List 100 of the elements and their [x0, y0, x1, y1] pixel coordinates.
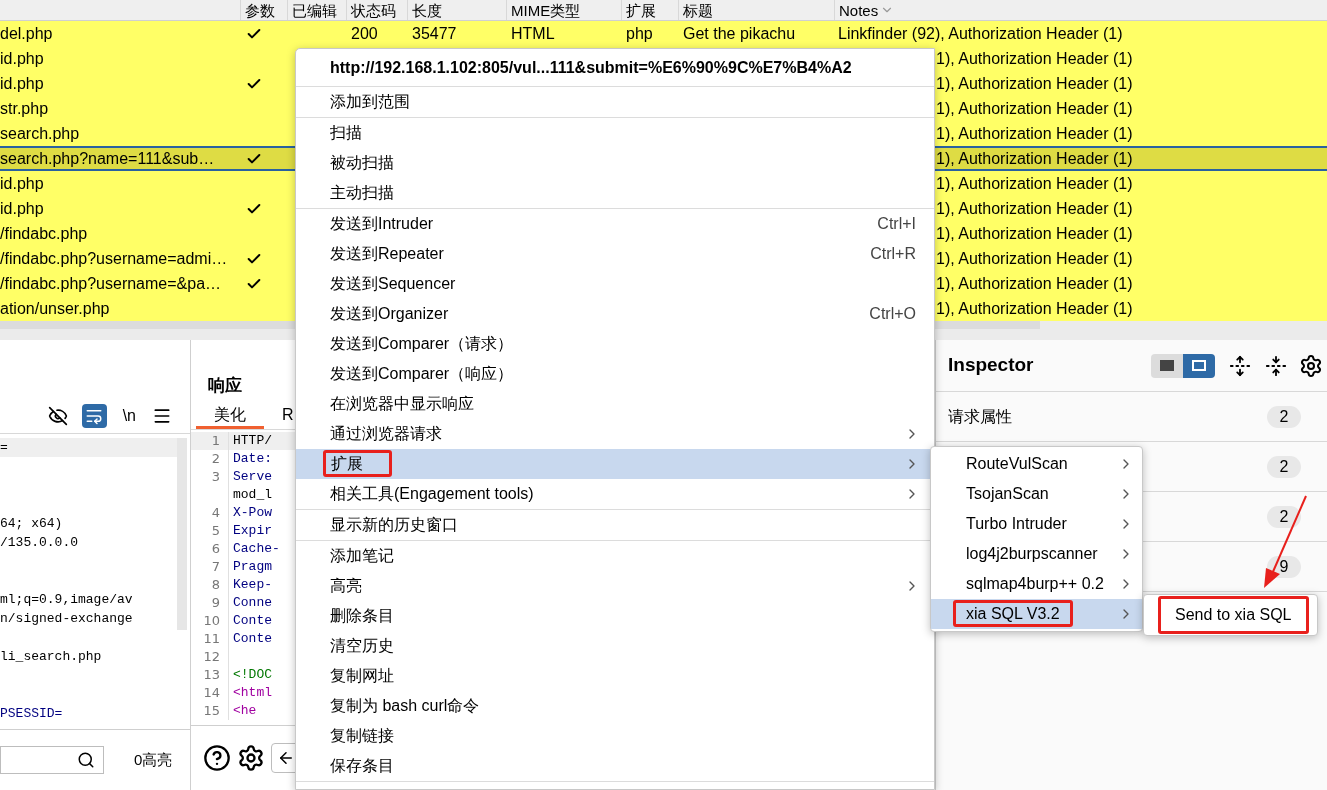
table-cell-text: search.php?name=111&sub… — [0, 148, 216, 169]
menu-item-label: 高亮 — [330, 576, 362, 596]
menu-item-label: 发送到Sequencer — [330, 274, 456, 294]
code-line: /135.0.0.0 — [0, 533, 78, 552]
count-badge: 2 — [1267, 405, 1301, 428]
line-number: 7 — [211, 558, 220, 577]
menu-item-label: 发送到Organizer — [330, 304, 449, 324]
code-line: = — [0, 438, 8, 457]
code-line: Date: — [232, 450, 272, 469]
table-cell: 200 — [351, 24, 378, 42]
menu-item-label: 被动扫描 — [330, 153, 394, 173]
menu-item-label: 复制网址 — [330, 666, 394, 686]
menu-header: http://192.168.1.102:805/vul...111&submit=%E6%90%9C%E7%B4%A2 — [330, 57, 852, 78]
menu-item-label: sqlmap4burp++ 0.2 — [966, 574, 1104, 594]
table-cell: HTML — [511, 24, 555, 42]
table-cell-text: del.php — [0, 23, 54, 44]
menu-item-label: Turbo Intruder — [966, 514, 1067, 534]
menu-item-label: 显示新的历史窗口 — [330, 515, 458, 535]
code-line: PSESSID= — [0, 704, 63, 723]
code-line: Expir — [232, 522, 272, 541]
shortcut-label: Ctrl+R — [870, 244, 917, 264]
table-cell-text: 1), Authorization Header (1) — [936, 123, 1133, 144]
code-line: <!DOC — [232, 666, 272, 685]
table-cell-text: 1), Authorization Header (1) — [936, 223, 1133, 244]
menu-item-label: 清空历史 — [330, 636, 394, 656]
table-cell-text: /findabc.php?username=&pa… — [0, 273, 223, 294]
line-number: 8 — [211, 576, 220, 595]
menu-item-label: 发送到Comparer（响应） — [330, 364, 514, 384]
code-line: Conte — [232, 612, 272, 631]
menu-item-label: 在浏览器中显示响应 — [330, 394, 474, 414]
code-line: X-Pow — [232, 504, 272, 523]
table-cell-text: search.php — [0, 123, 81, 144]
line-number: 9 — [211, 594, 220, 613]
table-cell: php — [626, 24, 653, 42]
code-line: <html — [232, 684, 272, 703]
menu-item-label: log4j2burpscanner — [966, 544, 1098, 564]
table-cell-text: ation/unser.php — [0, 298, 111, 319]
menu-item-label: TsojanScan — [966, 484, 1049, 504]
code-line: ml;q=0.9,image/av — [0, 590, 133, 609]
menu-item-label: xia SQL V3.2 — [953, 600, 1073, 627]
line-number: 14 — [203, 684, 220, 703]
count-badge: 2 — [1267, 455, 1301, 478]
menu-item-label: 复制链接 — [330, 726, 394, 746]
code-line: HTTP/ — [232, 432, 272, 451]
line-number: 11 — [203, 630, 220, 649]
menu-item-label: 发送到Comparer（请求） — [330, 334, 514, 354]
code-line: <he — [232, 702, 257, 721]
line-number: 10 — [203, 612, 220, 631]
menu-item-label: 通过浏览器请求 — [330, 424, 442, 444]
table-cell-text: 1), Authorization Header (1) — [936, 98, 1133, 119]
menu-item-label: 保存条目 — [330, 756, 394, 776]
table-cell-text: 1), Authorization Header (1) — [936, 198, 1133, 219]
menu-item-label: 相关工具(Engagement tools) — [330, 484, 534, 504]
highlight-count: 0高亮 — [134, 749, 173, 770]
code-line: n/signed-exchange — [0, 609, 133, 628]
line-number: 4 — [211, 504, 220, 523]
table-cell-text: id.php — [0, 173, 45, 194]
table-cell-text: id.php — [0, 48, 45, 69]
code-line: Cache- — [232, 540, 280, 559]
line-number: 1 — [211, 432, 220, 451]
table-cell-text: 1), Authorization Header (1) — [936, 298, 1133, 319]
table-cell-text: /findabc.php?username=admi… — [0, 248, 229, 269]
menu-item-label: 扫描 — [330, 123, 362, 143]
line-number: 13 — [203, 666, 220, 685]
table-cell-text: 1), Authorization Header (1) — [936, 148, 1133, 169]
code-line: 64; x64) — [0, 514, 63, 533]
menu-item-label: 发送到Repeater — [330, 244, 444, 264]
panel-title: Inspector — [948, 353, 1035, 378]
count-badge: 2 — [1267, 505, 1301, 528]
line-number: 3 — [211, 468, 220, 487]
shortcut-label: Ctrl+O — [869, 304, 917, 324]
table-cell-text: str.php — [0, 98, 50, 119]
menu-item-label: 复制为 bash curl命令 — [330, 696, 480, 716]
menu-item-label: RouteVulScan — [966, 454, 1068, 474]
menu-item-label: 扩展 — [323, 450, 392, 477]
table-cell-text: 1), Authorization Header (1) — [936, 73, 1133, 94]
menu-item-label: 添加到范围 — [330, 92, 410, 112]
table-cell-text: 1), Authorization Header (1) — [936, 248, 1133, 269]
table-cell-text: /findabc.php — [0, 223, 89, 244]
line-number: 2 — [211, 450, 220, 469]
table-cell-text: 1), Authorization Header (1) — [936, 273, 1133, 294]
code-line: li_search.php — [0, 647, 102, 666]
code-line: Conne — [232, 594, 272, 613]
panel-title: 响应 — [208, 375, 242, 398]
menu-item-label: 添加笔记 — [330, 546, 394, 566]
table-cell-text: 1), Authorization Header (1) — [936, 48, 1133, 69]
table-cell: Get the pikachu — [683, 24, 796, 42]
line-number: 12 — [203, 648, 220, 667]
code-line: Pragm — [232, 558, 272, 577]
code-line: Keep- — [232, 576, 272, 595]
table-cell: 35477 — [412, 24, 457, 42]
code-line: Serve — [232, 468, 272, 487]
line-number: 15 — [203, 702, 220, 721]
table-cell-text: Linkfinder (92), Authorization Header (1) — [837, 23, 1123, 44]
code-line: mod_l — [232, 486, 272, 505]
line-number: 5 — [211, 522, 220, 541]
line-number: 6 — [211, 540, 220, 559]
code-line: Conte — [232, 630, 272, 649]
table-cell-text: 1), Authorization Header (1) — [936, 173, 1133, 194]
table-cell-text: id.php — [0, 73, 45, 94]
